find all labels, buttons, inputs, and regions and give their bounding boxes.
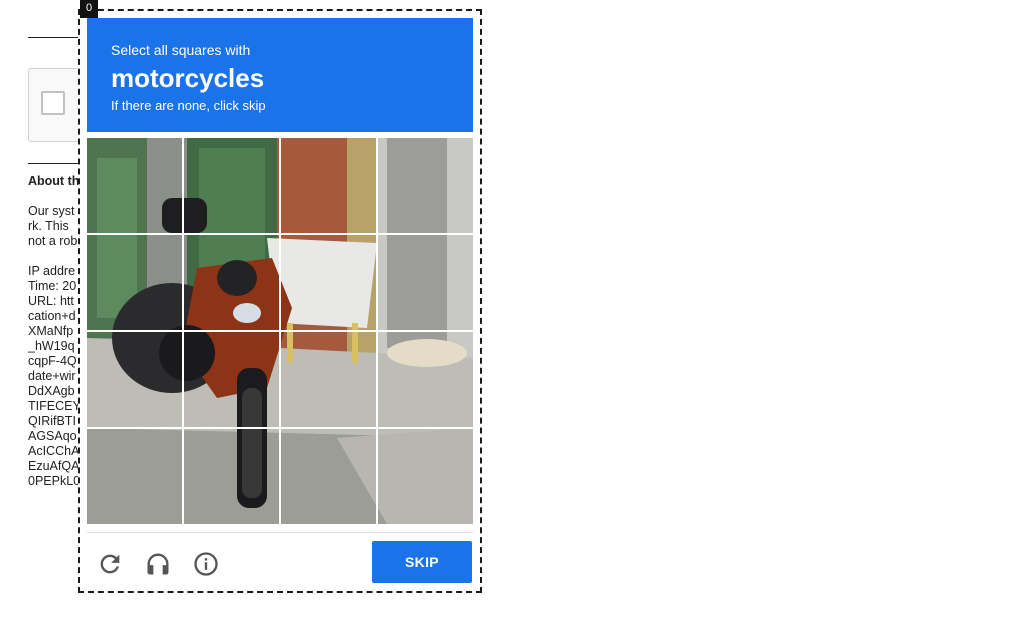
challenge-header: Select all squares with motorcycles If t… <box>87 18 473 132</box>
image-tile[interactable] <box>378 332 473 427</box>
audio-challenge-button[interactable] <box>142 548 174 580</box>
image-tile[interactable] <box>281 138 376 233</box>
image-tile[interactable] <box>184 332 279 427</box>
tile-image <box>281 235 376 330</box>
tile-image <box>87 235 182 330</box>
tile-image <box>87 429 182 524</box>
image-tile[interactable] <box>87 235 182 330</box>
instruction-text: Select all squares with <box>111 42 251 58</box>
captcha-challenge-popup: Select all squares with motorcycles If t… <box>78 9 482 593</box>
recaptcha-checkbox[interactable] <box>41 91 65 115</box>
image-tile[interactable] <box>378 138 473 233</box>
tile-image <box>281 138 376 233</box>
tile-image <box>184 332 279 427</box>
image-tile[interactable] <box>281 429 376 524</box>
image-tile[interactable] <box>184 138 279 233</box>
tile-image <box>378 138 473 233</box>
info-icon <box>194 552 218 576</box>
tile-image <box>184 235 279 330</box>
tile-image <box>378 235 473 330</box>
image-tile[interactable] <box>184 429 279 524</box>
tile-image <box>378 332 473 427</box>
headphones-icon <box>147 553 169 575</box>
image-tile[interactable] <box>87 138 182 233</box>
tile-image <box>184 138 279 233</box>
image-tile[interactable] <box>378 429 473 524</box>
skip-button[interactable]: SKIP <box>372 541 472 583</box>
image-tile[interactable] <box>87 429 182 524</box>
tile-image <box>281 332 376 427</box>
reload-icon <box>100 554 120 574</box>
element-index-tag: 0 <box>80 0 98 18</box>
tile-image <box>87 332 182 427</box>
info-button[interactable] <box>190 548 222 580</box>
tile-image <box>281 429 376 524</box>
image-tile[interactable] <box>281 235 376 330</box>
tile-image <box>184 429 279 524</box>
footer-divider <box>87 532 473 533</box>
image-tile[interactable] <box>378 235 473 330</box>
challenge-keyword: motorcycles <box>111 63 265 93</box>
tile-image <box>378 429 473 524</box>
reload-button[interactable] <box>94 548 126 580</box>
image-grid <box>87 138 473 524</box>
instruction-subtext: If there are none, click skip <box>111 98 266 113</box>
tile-image <box>87 138 182 233</box>
image-tile[interactable] <box>281 332 376 427</box>
image-tile[interactable] <box>184 235 279 330</box>
image-tile[interactable] <box>87 332 182 427</box>
